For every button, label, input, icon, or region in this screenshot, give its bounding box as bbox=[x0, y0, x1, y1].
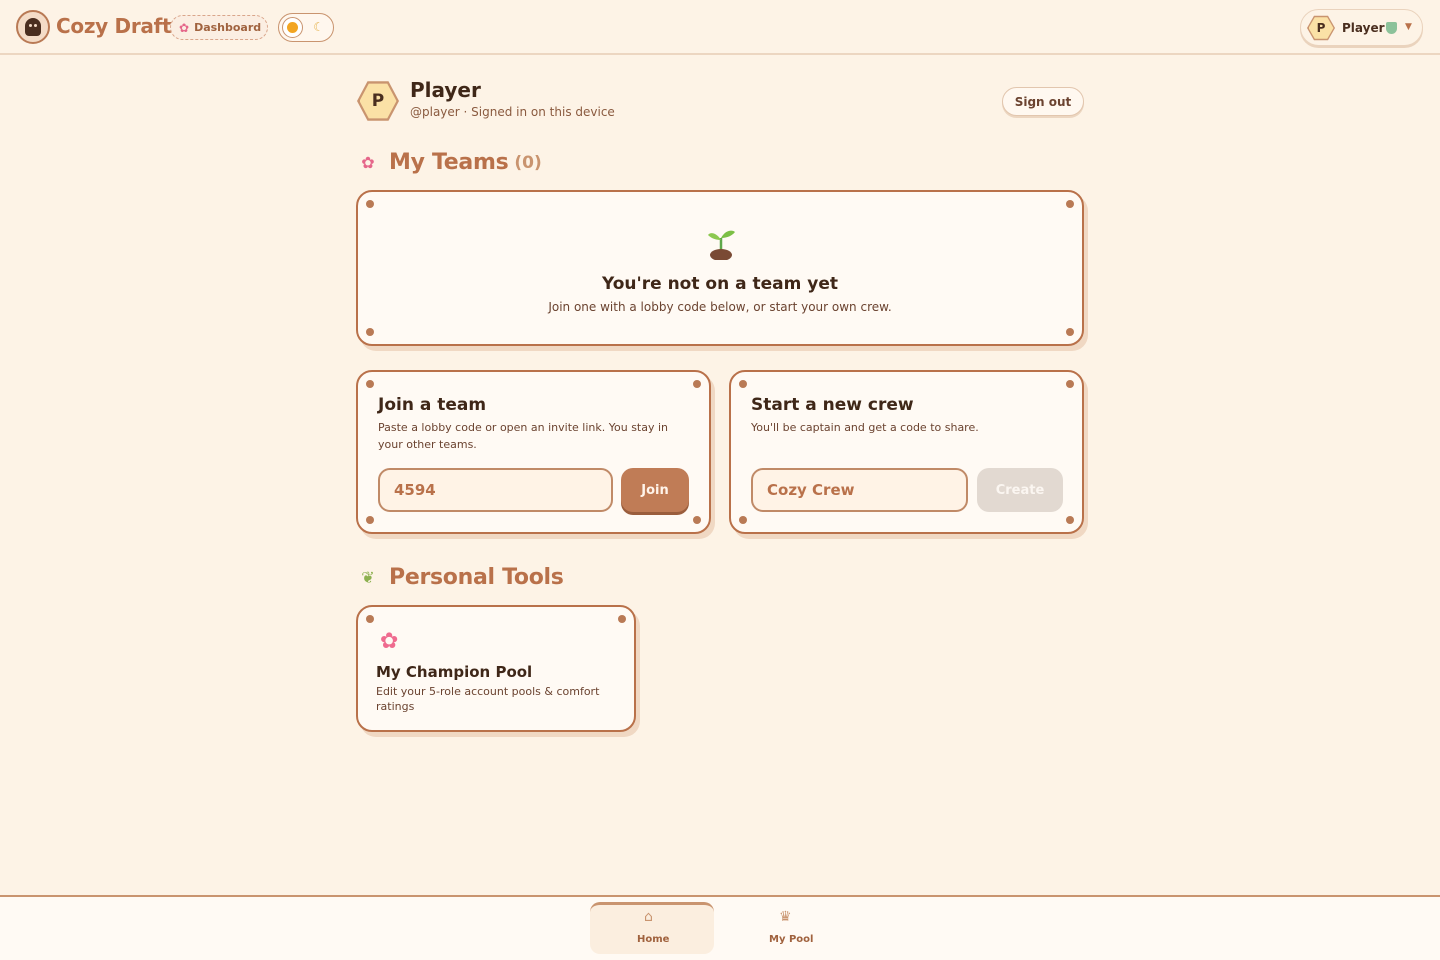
nav-home-label: Home bbox=[637, 934, 670, 945]
pin-dot bbox=[366, 200, 374, 208]
theme-toggle[interactable]: ☾ bbox=[278, 13, 334, 42]
dashboard-chip-label: Dashboard bbox=[194, 21, 262, 34]
brand-title[interactable]: Cozy Draft bbox=[56, 14, 172, 38]
home-icon: ⌂ bbox=[644, 909, 653, 925]
empty-teams-title: You're not on a team yet bbox=[602, 274, 838, 294]
join-team-card: Join a team Paste a lobby code or open a… bbox=[356, 370, 711, 534]
join-team-title: Join a team bbox=[378, 395, 487, 415]
bottom-nav: ⌂ Home ♛ My Pool bbox=[0, 895, 1440, 960]
dashboard-chip[interactable]: ✿ Dashboard bbox=[170, 15, 268, 40]
pin-dot bbox=[366, 516, 374, 524]
pin-dot bbox=[1066, 380, 1074, 388]
nav-item-home[interactable]: ⌂ Home bbox=[590, 902, 714, 954]
trophy-icon: ♛ bbox=[779, 909, 792, 925]
profile-subtitle: @player · Signed in on this device bbox=[410, 105, 615, 119]
shield-icon bbox=[1386, 22, 1397, 34]
chevron-down-icon: ▼ bbox=[1405, 22, 1412, 32]
sun-icon bbox=[282, 17, 303, 38]
empty-teams-card: You're not on a team yet Join one with a… bbox=[356, 190, 1084, 346]
lobby-code-input[interactable]: 4594 bbox=[378, 468, 613, 512]
create-button[interactable]: Create bbox=[977, 468, 1063, 512]
sprout-icon bbox=[708, 230, 735, 260]
my-teams-heading: ✿ My Teams (0) bbox=[357, 150, 542, 175]
pin-dot bbox=[693, 380, 701, 388]
my-teams-count: (0) bbox=[514, 152, 542, 173]
nav-item-my-pool[interactable]: ♛ My Pool bbox=[750, 902, 826, 954]
logo-icon[interactable] bbox=[16, 10, 50, 44]
pin-dot bbox=[739, 516, 747, 524]
moon-icon: ☾ bbox=[313, 20, 324, 34]
sign-out-button[interactable]: Sign out bbox=[1002, 87, 1084, 116]
join-button[interactable]: Join bbox=[621, 468, 689, 512]
flower-icon: ✿ bbox=[361, 153, 375, 172]
my-teams-title: My Teams bbox=[389, 150, 509, 175]
pin-dot bbox=[1066, 328, 1074, 336]
crew-name-input[interactable]: Cozy Crew bbox=[751, 468, 968, 512]
join-team-description: Paste a lobby code or open an invite lin… bbox=[378, 421, 669, 451]
pin-dot bbox=[693, 516, 701, 524]
tool-title: My Champion Pool bbox=[376, 663, 533, 681]
nav-my-pool-label: My Pool bbox=[769, 934, 814, 945]
champion-pool-card[interactable]: ✿ My Champion Pool Edit your 5-role acco… bbox=[356, 605, 636, 732]
new-crew-description: You'll be captain and get a code to shar… bbox=[751, 421, 979, 434]
profile-name: Player bbox=[410, 78, 481, 102]
pin-dot bbox=[618, 615, 626, 623]
user-menu-button[interactable]: P Player ▼ bbox=[1300, 9, 1423, 46]
tool-description: Edit your 5-role account pools & comfort… bbox=[376, 685, 600, 713]
pin-dot bbox=[1066, 516, 1074, 524]
pin-dot bbox=[366, 380, 374, 388]
user-name: Player bbox=[1342, 21, 1385, 35]
pin-dot bbox=[366, 328, 374, 336]
new-crew-title: Start a new crew bbox=[751, 395, 914, 415]
pin-dot bbox=[1066, 200, 1074, 208]
personal-tools-title: Personal Tools bbox=[389, 565, 564, 590]
leaf-icon: ❦ bbox=[361, 568, 375, 587]
flower-icon: ✿ bbox=[179, 20, 190, 35]
new-crew-card: Start a new crew You'll be captain and g… bbox=[729, 370, 1084, 534]
personal-tools-heading: ❦ Personal Tools bbox=[357, 565, 564, 590]
pin-dot bbox=[739, 380, 747, 388]
empty-teams-subtitle: Join one with a lobby code below, or sta… bbox=[548, 300, 892, 314]
top-bar: Cozy Draft ✿ Dashboard ☾ P Player ▼ bbox=[0, 0, 1440, 55]
pin-dot bbox=[366, 615, 374, 623]
flower-icon: ✿ bbox=[380, 629, 399, 654]
